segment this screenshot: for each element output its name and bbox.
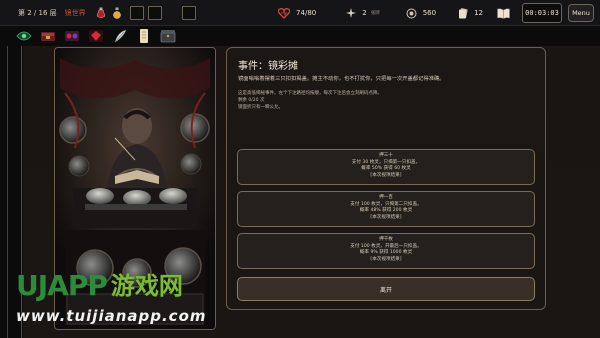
cards-stat: 2 张牌 (346, 8, 380, 18)
event-description: 镜面嗡嗡着摆着三只扣扣揭盖。摊主不动你，也不打扰你，只把每一次开盖都记得准确。 (238, 76, 445, 82)
option-result: [本次视项结果] (370, 214, 402, 220)
event-note-rule: 这是高低揭秘事件。左个下注路径均按顺，每次下注后会立刻刷码点降。 (238, 91, 382, 96)
leave-button[interactable]: 离开 (237, 277, 535, 301)
option-odds: 概率 48% 获得 200 枚灵 (359, 208, 413, 214)
green-eye-relic-icon[interactable] (16, 28, 32, 44)
gold-coin-icon (406, 8, 417, 18)
deck-value: 12 (474, 9, 483, 17)
ruby-chest-relic-icon[interactable] (64, 28, 80, 44)
watermark-url: www.tuijianapp.com (16, 307, 207, 325)
heart-icon (278, 7, 291, 19)
red-potion-icon[interactable] (96, 7, 106, 19)
floor-indicator: 第 2 / 16 层 (18, 8, 57, 17)
event-panel: 事件：镜彩摊 镜面嗡嗡着摆着三只扣扣揭盖。摊主不动你，也不打扰你，只把每一次开盖… (226, 47, 546, 310)
left-frame (0, 46, 8, 338)
watermark: UJAPP 游戏网 www.tuijianapp.com (16, 272, 256, 332)
world-name: 镜世界 (64, 8, 86, 17)
deck-stat[interactable]: 12 (458, 7, 483, 19)
cards-label: 张牌 (370, 11, 380, 16)
event-note-remaining: 剩余 0/20 次 (238, 97, 265, 103)
top-bar: 第 2 / 16 层 镜世界 74/80 2 张牌 560 12 00:03:0… (0, 0, 600, 26)
watermark-logo: UJAPP 游戏网 (16, 269, 183, 302)
event-title: 事件：镜彩摊 (238, 61, 298, 72)
map-book-icon[interactable] (497, 7, 510, 19)
hp-stat: 74/80 (278, 7, 317, 19)
menu-button[interactable]: Menu (568, 4, 594, 22)
potion-slot[interactable] (129, 5, 144, 20)
watermark-site-name: 游戏网 (110, 272, 183, 300)
gold-value: 560 (422, 9, 437, 17)
run-timer: 00:03:03 (522, 3, 562, 23)
hp-value: 74/80 (296, 9, 317, 17)
option-name: 押三十 (379, 153, 393, 158)
cards-value: 2 (362, 9, 367, 17)
potion-slot[interactable] (181, 5, 196, 20)
red-gem-relic-icon[interactable] (88, 28, 104, 44)
potion-slots (129, 5, 196, 20)
option-name: 押千枚 (379, 237, 393, 242)
option-bet-100[interactable]: 押一百 支付 100 枚灵，只揭第二只扣盖。 概率 48% 获得 200 枚灵 … (237, 191, 535, 227)
dark-casket-relic-icon[interactable] (160, 28, 176, 44)
option-bet-30[interactable]: 押三十 支付 30 枚灵，只揭第一只扣盖。 概率 50% 获得 60 枚灵 [本… (237, 149, 535, 185)
option-result: [本次视项结果] (370, 172, 402, 178)
crimson-tome-relic-icon[interactable] (40, 28, 56, 44)
event-note-hint: 镜面折只有一瞬公允。 (238, 104, 283, 110)
option-odds: 概率 9% 获得 1000 枚灵 (359, 250, 413, 256)
potion-slot[interactable] (147, 5, 162, 20)
event-notes: 这是高低揭秘事件。左个下注路径均按顺，每次下注后会立刻刷码点降。 剩余 0/20… (238, 91, 382, 112)
gold-potion-icon[interactable] (112, 7, 122, 19)
stats-area: 74/80 2 张牌 560 12 00:03:03 Menu (278, 0, 600, 26)
relic-bar (16, 26, 176, 46)
option-result: [本次视项结果] (370, 256, 402, 262)
gold-stat: 560 (406, 8, 436, 19)
option-name: 押一百 (379, 195, 393, 200)
option-bet-1000[interactable]: 押千枚 支付 100 枚灵，开最后一只扣盖。 概率 9% 获得 1000 枚灵 … (237, 233, 535, 269)
silver-feather-relic-icon[interactable] (112, 28, 128, 44)
watermark-logo-text: UJAPP (16, 269, 108, 302)
spark-icon (346, 8, 357, 18)
deck-icon (459, 7, 468, 18)
scroll-relic-icon[interactable] (136, 28, 152, 44)
option-odds: 概率 50% 获得 60 枚灵 (361, 166, 411, 172)
